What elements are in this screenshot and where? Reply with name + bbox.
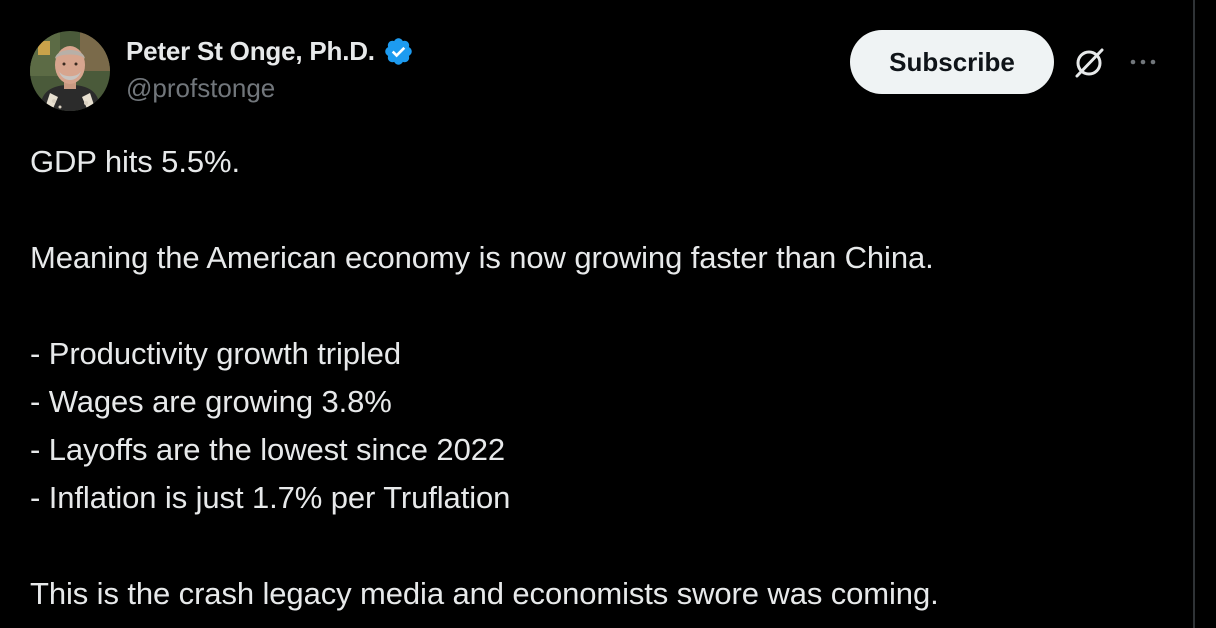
avatar[interactable] xyxy=(30,31,110,111)
more-horizontal-icon[interactable] xyxy=(1126,50,1160,74)
avatar-photo xyxy=(30,31,110,111)
tweet-bullet: - Inflation is just 1.7% per Truflation xyxy=(30,480,511,515)
author-block: Peter St Onge, Ph.D. @profstonge xyxy=(126,34,414,104)
tweet-line: Meaning the American economy is now grow… xyxy=(30,240,934,275)
tweet-bullet: - Layoffs are the lowest since 2022 xyxy=(30,432,505,467)
column-divider xyxy=(1193,0,1195,628)
display-name[interactable]: Peter St Onge, Ph.D. xyxy=(126,36,375,67)
tweet-bullet: - Wages are growing 3.8% xyxy=(30,384,392,419)
name-row: Peter St Onge, Ph.D. xyxy=(126,34,414,68)
tweet-line: GDP hits 5.5%. xyxy=(30,144,240,179)
tweet-bullet: - Productivity growth tripled xyxy=(30,336,401,371)
verified-badge-icon[interactable] xyxy=(383,36,414,67)
grok-slash-circle-icon[interactable] xyxy=(1068,42,1110,84)
tweet-line: This is the crash legacy media and econo… xyxy=(30,576,939,611)
subscribe-button[interactable]: Subscribe xyxy=(850,30,1054,94)
tweet-body: GDP hits 5.5%. Meaning the American econ… xyxy=(30,138,1180,618)
user-handle[interactable]: @profstonge xyxy=(126,73,414,104)
